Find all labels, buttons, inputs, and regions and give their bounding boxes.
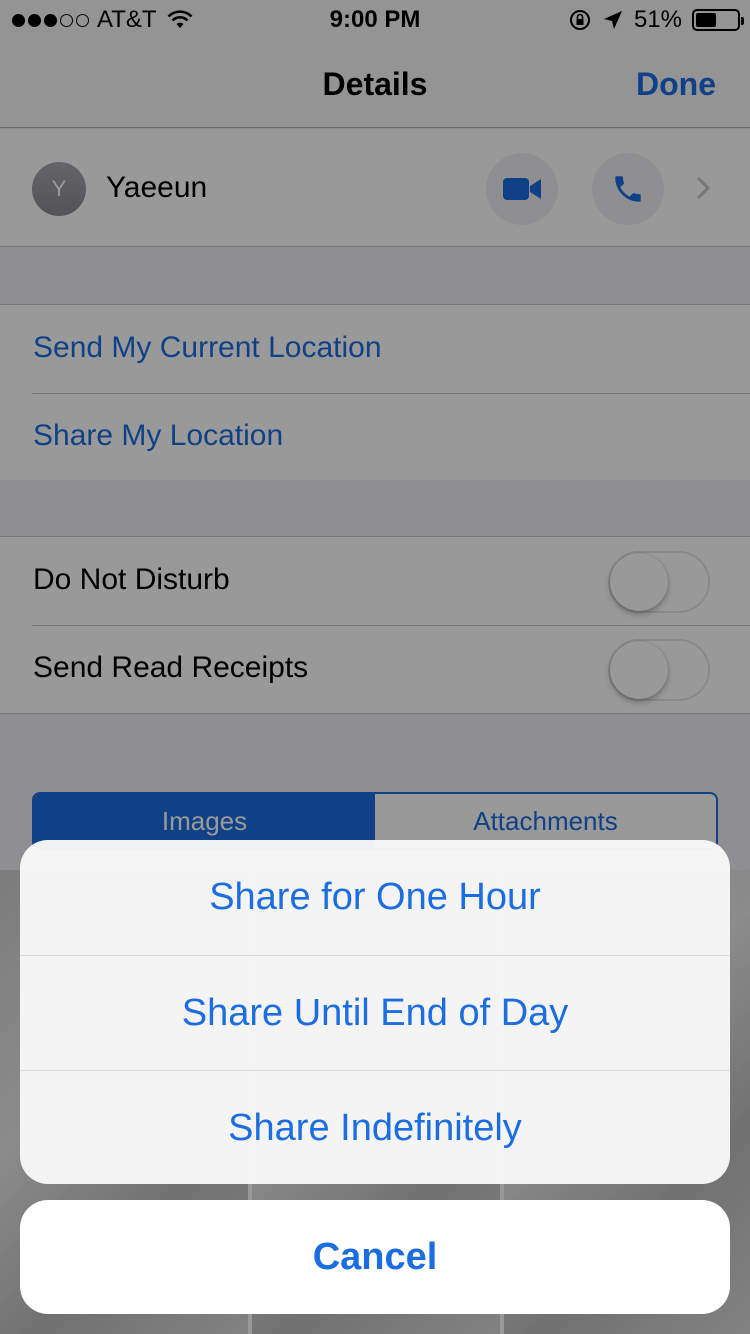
- share-end-of-day-option[interactable]: Share Until End of Day: [20, 955, 730, 1070]
- cancel-button[interactable]: Cancel: [20, 1200, 730, 1314]
- share-one-hour-option[interactable]: Share for One Hour: [20, 840, 730, 955]
- details-screen: AT&T 9:00 PM 51% Details Done Y Yaeeun S…: [0, 0, 750, 1334]
- share-duration-action-sheet: Share for One Hour Share Until End of Da…: [20, 840, 730, 1184]
- share-indefinitely-option[interactable]: Share Indefinitely: [20, 1070, 730, 1184]
